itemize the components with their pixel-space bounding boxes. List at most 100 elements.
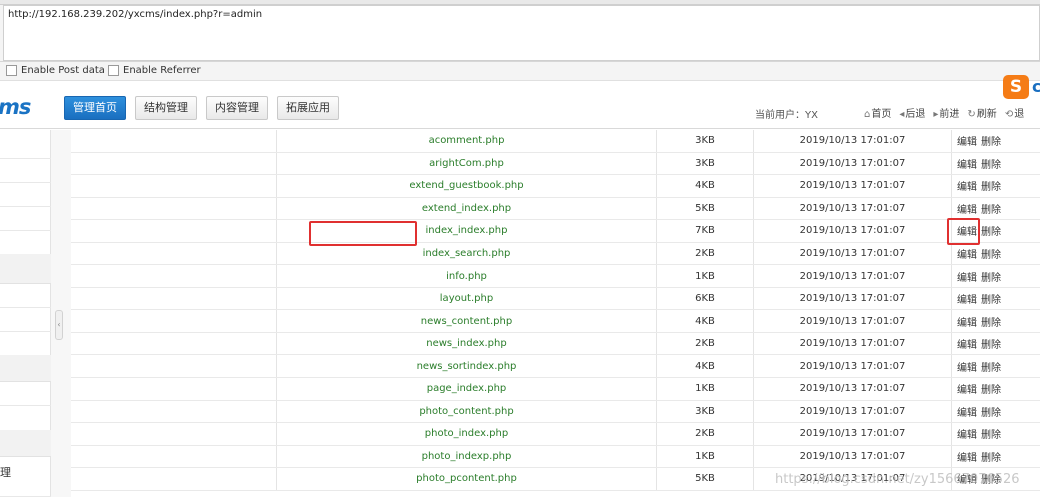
file-name[interactable]: arightCom.php	[277, 152, 657, 175]
file-date: 2019/10/13 17:01:07	[754, 242, 952, 265]
delete-link[interactable]: 删除	[981, 381, 1001, 396]
forward-link[interactable]: ▸前进	[933, 105, 959, 120]
edit-link[interactable]: 编辑	[957, 201, 977, 216]
delete-link[interactable]: 删除	[981, 133, 1001, 148]
table-row: photo_index.php 2KB 2019/10/13 17:01:07 编辑删…	[71, 423, 1040, 446]
table-row: layout.php 6KB 2019/10/13 17:01:07 编辑 删除	[71, 287, 1040, 311]
file-size: 1KB	[657, 378, 754, 400]
row-blank-cell	[71, 378, 277, 400]
delete-link[interactable]: 删除	[981, 404, 1001, 419]
edit-link[interactable]: 编辑	[957, 156, 977, 171]
sidebar-item[interactable]	[0, 308, 51, 332]
file-size: 2KB	[657, 423, 754, 445]
file-name[interactable]: extend_index.php	[277, 197, 657, 220]
delete-link[interactable]: 删除	[981, 314, 1001, 329]
exit-link[interactable]: ⟲退	[1005, 105, 1024, 120]
sidebar-item[interactable]	[0, 382, 51, 406]
edit-link[interactable]: 编辑	[957, 314, 977, 329]
delete-link[interactable]: 删除	[981, 359, 1001, 374]
delete-link[interactable]: 删除	[981, 178, 1001, 193]
file-name[interactable]: extend_guestbook.php	[277, 175, 657, 197]
file-size: 1KB	[657, 445, 754, 468]
edit-link[interactable]: 编辑	[957, 426, 977, 441]
sidebar-item[interactable]	[0, 130, 51, 159]
file-size: 3KB	[657, 152, 754, 175]
table-row: extend_index.php 5KB 2019/10/13 17:01:07 编辑…	[71, 197, 1040, 221]
edit-link[interactable]: 编辑	[957, 133, 977, 148]
highlight-box-filename	[309, 221, 417, 246]
file-name[interactable]: acomment.php	[277, 130, 657, 152]
sidebar-section[interactable]	[0, 254, 51, 284]
edit-link[interactable]: 编辑	[957, 336, 977, 351]
nav-structure-button[interactable]: 结构管理	[135, 96, 197, 120]
file-name[interactable]: photo_content.php	[277, 400, 657, 423]
edit-link[interactable]: 编辑	[957, 178, 977, 193]
delete-link[interactable]: 删除	[981, 223, 1001, 238]
row-blank-cell	[71, 175, 277, 197]
home-link[interactable]: ⌂首页	[864, 105, 891, 120]
edit-link[interactable]: 编辑	[957, 381, 977, 396]
sogou-ime-icon[interactable]: S	[1003, 75, 1029, 99]
file-name[interactable]: layout.php	[277, 287, 657, 310]
collapse-sidebar-handle[interactable]: ‹	[55, 310, 63, 340]
sidebar-item-label[interactable]: 理	[0, 464, 11, 480]
delete-link[interactable]: 删除	[981, 269, 1001, 284]
logo[interactable]: ms	[0, 95, 31, 119]
back-link[interactable]: ◂后退	[899, 105, 925, 120]
row-blank-cell	[71, 242, 277, 265]
file-name[interactable]: news_sortindex.php	[277, 355, 657, 378]
file-name[interactable]: photo_index.php	[277, 423, 657, 445]
edit-link[interactable]: 编辑	[957, 449, 977, 464]
sidebar-item[interactable]	[0, 284, 51, 308]
edit-link[interactable]: 编辑	[957, 359, 977, 374]
delete-link[interactable]: 删除	[981, 246, 1001, 261]
row-actions: 编辑 删除	[952, 401, 1040, 423]
sidebar-section[interactable]	[0, 430, 51, 457]
file-name[interactable]: photo_pcontent.php	[277, 468, 657, 490]
watermark: https://blog.csdn.net/zy15667076526	[775, 472, 1020, 487]
nav-home-button[interactable]: 管理首页	[64, 96, 126, 120]
row-blank-cell	[71, 310, 277, 332]
table-row: photo_indexp.php 1KB 2019/10/13 17:01:07 编辑…	[71, 445, 1040, 469]
file-date: 2019/10/13 17:01:07	[754, 310, 952, 332]
file-size: 3KB	[657, 400, 754, 423]
url-input[interactable]: http://192.168.239.202/yxcms/index.php?r…	[3, 5, 1040, 61]
refresh-link[interactable]: ↻刷新	[967, 105, 996, 120]
file-name[interactable]: news_content.php	[277, 310, 657, 332]
referrer-checkbox[interactable]	[108, 65, 119, 76]
file-name[interactable]: info.php	[277, 265, 657, 287]
edit-link[interactable]: 编辑	[957, 246, 977, 261]
edit-link[interactable]: 编辑	[957, 291, 977, 306]
sidebar-item[interactable]	[0, 183, 51, 207]
nav-extend-button[interactable]: 拓展应用	[277, 96, 339, 120]
row-actions: 编辑 删除	[952, 198, 1040, 220]
row-actions: 编辑 删除	[952, 175, 1040, 197]
url-area: http://192.168.239.202/yxcms/index.php?r…	[0, 0, 1040, 62]
file-name[interactable]: news_index.php	[277, 332, 657, 355]
row-blank-cell	[71, 265, 277, 287]
table-row: index_index.php 7KB 2019/10/13 17:01:07 编辑删…	[71, 220, 1040, 243]
delete-link[interactable]: 删除	[981, 291, 1001, 306]
request-options: Enable Post data Enable Referrer	[0, 62, 1040, 81]
forward-icon: ▸	[933, 109, 939, 120]
post-data-checkbox[interactable]	[6, 65, 17, 76]
sidebar-section[interactable]	[0, 355, 51, 382]
edit-link[interactable]: 编辑	[957, 269, 977, 284]
edit-link[interactable]: 编辑	[957, 404, 977, 419]
nav-content-button[interactable]: 内容管理	[206, 96, 268, 120]
sidebar-item[interactable]	[0, 480, 51, 497]
delete-link[interactable]: 删除	[981, 201, 1001, 216]
row-actions: 编辑 删除	[952, 423, 1040, 445]
enable-referrer-option[interactable]: Enable Referrer	[108, 65, 201, 76]
sidebar-item[interactable]	[0, 159, 51, 183]
enable-post-data-option[interactable]: Enable Post data	[6, 65, 105, 76]
delete-link[interactable]: 删除	[981, 449, 1001, 464]
delete-link[interactable]: 删除	[981, 336, 1001, 351]
row-actions: 编辑 删除	[952, 310, 1040, 332]
sidebar-item[interactable]	[0, 207, 51, 231]
delete-link[interactable]: 删除	[981, 426, 1001, 441]
delete-link[interactable]: 删除	[981, 156, 1001, 171]
file-name[interactable]: page_index.php	[277, 378, 657, 400]
file-name[interactable]: photo_indexp.php	[277, 445, 657, 468]
file-date: 2019/10/13 17:01:07	[754, 400, 952, 423]
